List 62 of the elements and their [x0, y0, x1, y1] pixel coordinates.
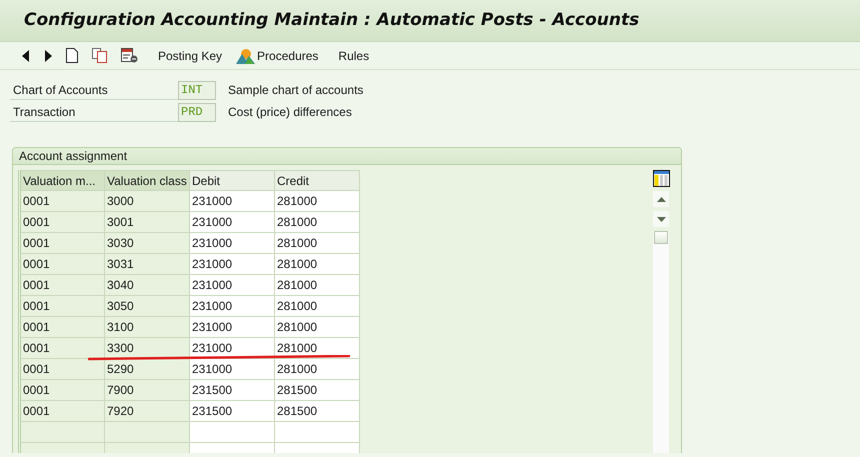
table-cell: 281500: [274, 400, 360, 422]
table-cell: 281000: [274, 358, 360, 380]
field-label: Chart of Accounts: [10, 80, 178, 100]
table-cell: 231500: [190, 400, 274, 422]
table-cell: 0001: [20, 358, 104, 380]
table-cell: 3031: [104, 254, 190, 274]
scrollbar-track[interactable]: [653, 231, 669, 453]
table-cell: 231000: [190, 296, 274, 316]
table-cell: 3001: [104, 212, 190, 232]
toolbar-button[interactable]: Rules: [336, 44, 372, 66]
table-cell: 5290: [104, 358, 190, 380]
table-cell: 7900: [104, 380, 190, 400]
table-cell: 231000: [190, 358, 274, 380]
table-cell: 231000: [190, 190, 274, 212]
toolbar-button[interactable]: Posting Key: [156, 44, 224, 66]
field-description: Sample chart of accounts: [228, 82, 364, 99]
table-cell: 0001: [20, 316, 104, 338]
table-cell: 281500: [274, 380, 360, 400]
table-cell: 281000: [274, 190, 360, 212]
table-cell: 3050: [104, 296, 190, 316]
table-cell: 281000: [274, 232, 360, 254]
scrollbar-thumb[interactable]: [654, 231, 668, 244]
table-cell: 281000: [274, 274, 360, 296]
table-cell: 0001: [20, 212, 104, 232]
table-cell: 3100: [104, 316, 190, 338]
table-cell: 0001: [20, 380, 104, 400]
table-cell: 231000: [190, 232, 274, 254]
mountain-icon: [236, 48, 256, 64]
table-cell: 3040: [104, 274, 190, 296]
table-cell: 231500: [190, 380, 274, 400]
table-cell: 3030: [104, 232, 190, 254]
table-cell: 231000: [190, 212, 274, 232]
panel-title: Account assignment: [19, 149, 128, 163]
table-cell: 281000: [274, 296, 360, 316]
table-cell: 281000: [274, 316, 360, 338]
table-cell: 281000: [274, 212, 360, 232]
table-cell: 231000: [190, 274, 274, 296]
table-cell: 7920: [104, 400, 190, 422]
column-header[interactable]: Credit: [274, 170, 360, 190]
field-label: Transaction: [10, 102, 178, 122]
column-header[interactable]: Valuation class: [104, 170, 190, 190]
table-cell: 0001: [20, 400, 104, 422]
table-cell: 281000: [274, 254, 360, 274]
table-cell: 231000: [190, 254, 274, 274]
column-header[interactable]: Debit: [190, 170, 274, 190]
table-cell: 0001: [20, 296, 104, 316]
scroll-down-button[interactable]: [653, 211, 669, 227]
table-cell: 0001: [20, 274, 104, 296]
scroll-up-button[interactable]: [653, 191, 669, 207]
table-cell: 0001: [20, 190, 104, 212]
table-cell: 231000: [190, 316, 274, 338]
window-title: Configuration Accounting Maintain : Automatic Posts - Accounts: [24, 8, 640, 32]
up-arrow-icon: [656, 196, 666, 202]
down-arrow-icon: [656, 216, 666, 222]
column-header[interactable]: Valuation m...: [20, 170, 104, 190]
table-cell: 0001: [20, 254, 104, 274]
procedures-button[interactable]: Procedures: [234, 44, 320, 66]
table-cell: 3000: [104, 190, 190, 212]
table-cell: 0001: [20, 338, 104, 358]
field-description: Cost (price) differences: [228, 104, 352, 121]
column-layout-icon[interactable]: [652, 170, 670, 187]
table-cell: 0001: [20, 232, 104, 254]
